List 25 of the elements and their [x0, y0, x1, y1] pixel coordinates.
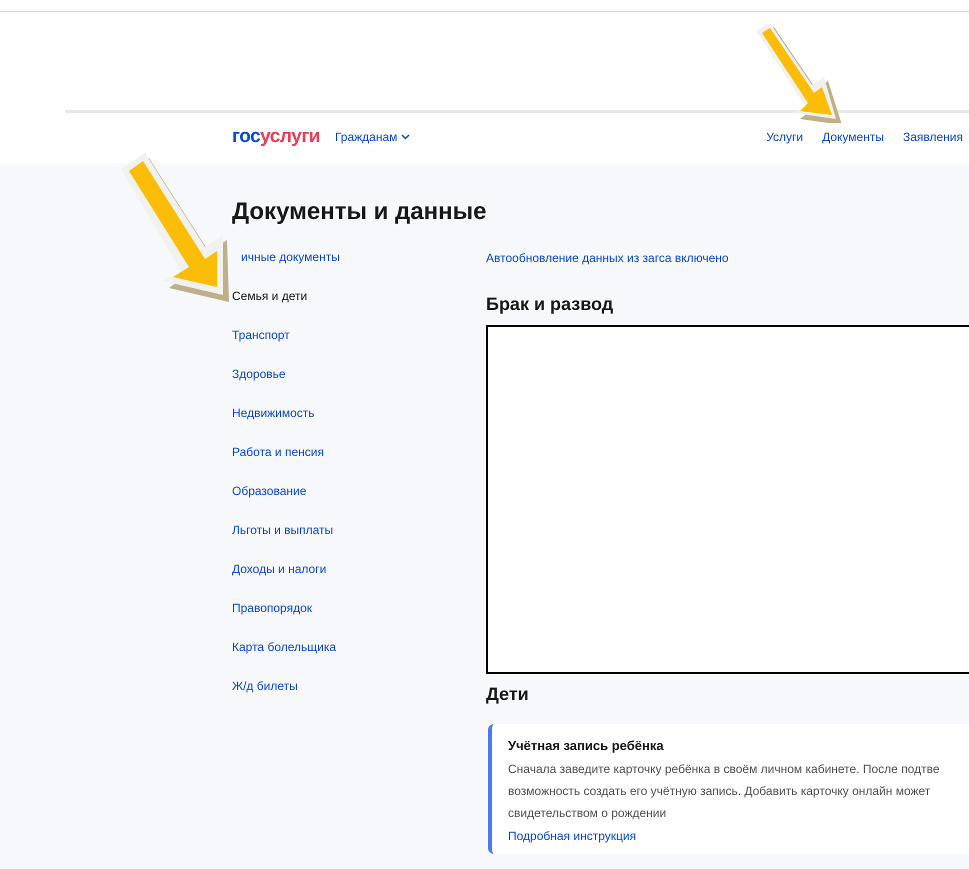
card-text: Сначала заведите карточку ребёнка в своём личном кабинете. После подтве возможность создать его учётную запись. Добавить карточку онлайн может свидетельством о рождении: [508, 761, 941, 822]
card-title: Учётная запись ребёнка: [508, 737, 665, 755]
chevron-down-icon: [401, 134, 410, 140]
nav-link[interactable]: Услуги: [766, 128, 804, 146]
sidebar-item[interactable]: Ж/д билеты: [232, 676, 298, 696]
auto-update-link[interactable]: Автообновление данных из загса включено: [486, 248, 969, 268]
sidebar-item[interactable]: Здоровье: [232, 364, 286, 384]
sidebar-item[interactable]: Льготы и выплаты: [232, 520, 334, 540]
sidebar-item[interactable]: Образование: [232, 481, 306, 501]
sidebar-item[interactable]: Транспорт: [232, 325, 290, 345]
instruction-link[interactable]: Подробная инструкция: [508, 826, 969, 846]
page-title: Документы и данные: [232, 197, 488, 227]
sidebar-item[interactable]: ичные документы: [241, 247, 340, 267]
section-title: Брак и развод: [486, 293, 614, 316]
section-title: Дети: [486, 683, 530, 706]
sidebar-item[interactable]: Семья и дети: [232, 286, 308, 306]
sidebar-item[interactable]: Работа и пенсия: [232, 442, 324, 462]
sidebar-item[interactable]: Правопорядок: [232, 598, 312, 618]
sidebar-item[interactable]: Доходы и налоги: [232, 559, 326, 579]
nav-link[interactable]: Документы: [822, 128, 884, 146]
sidebar-item[interactable]: Карта болельщика: [232, 637, 336, 657]
sidebar-item[interactable]: Недвижимость: [232, 403, 315, 423]
audience-menu[interactable]: Гражданам: [334, 128, 410, 146]
logo[interactable]: госуслуги: [232, 122, 320, 152]
nav-link[interactable]: Заявления: [902, 128, 963, 146]
